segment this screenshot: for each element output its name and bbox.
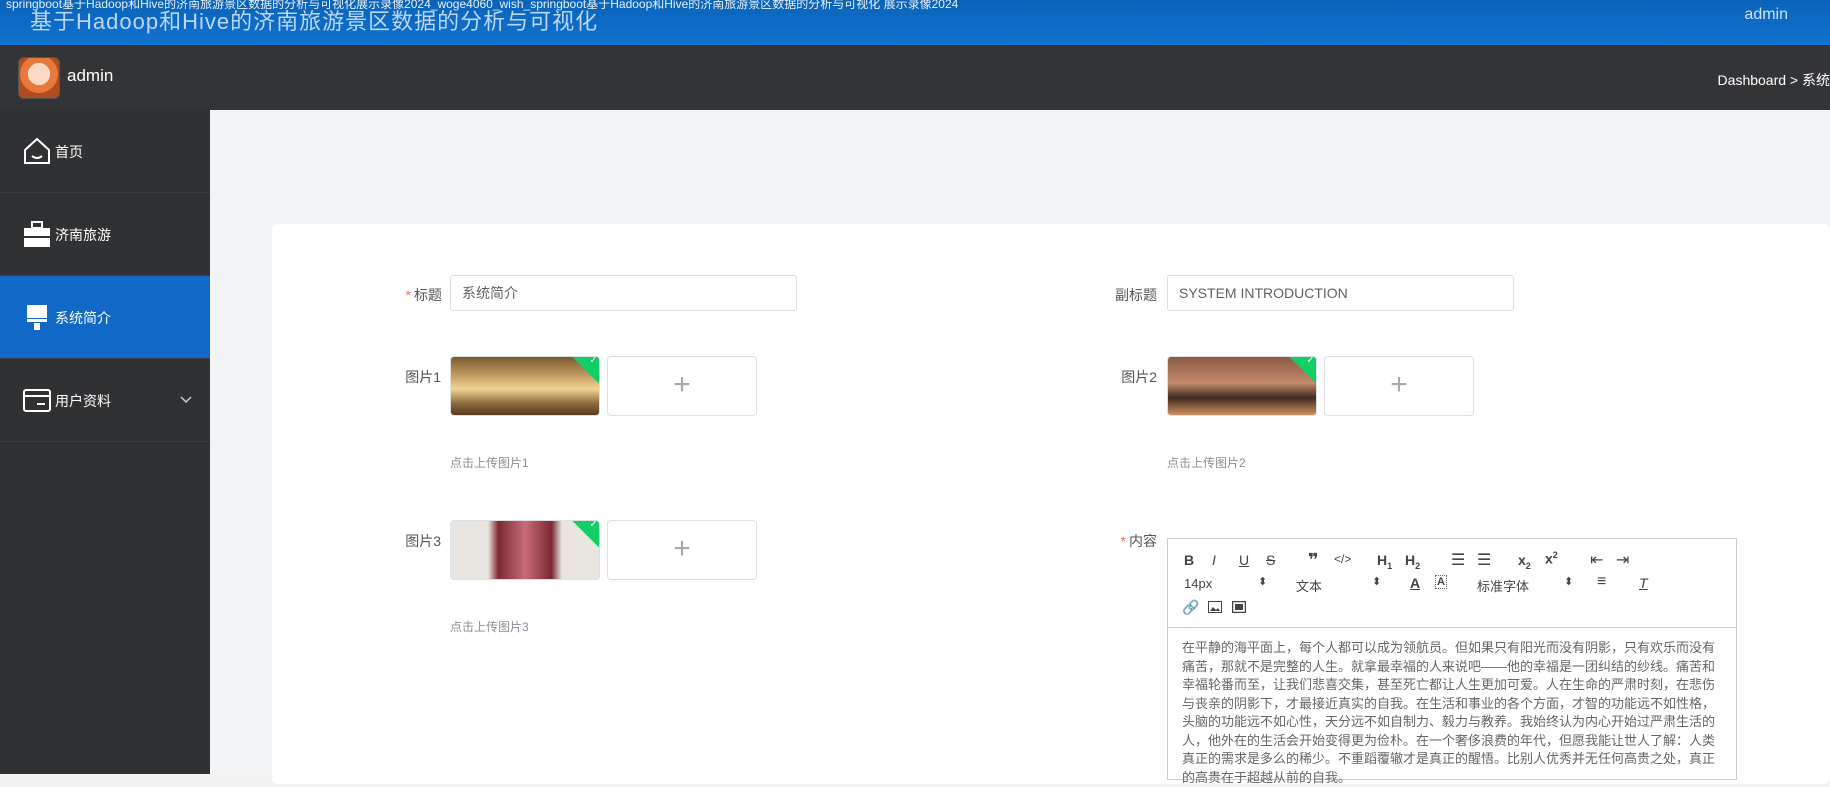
sidebar-item-jinan-travel[interactable]: 济南旅游 xyxy=(0,193,210,276)
font-size-select[interactable]: 14px xyxy=(1184,576,1212,591)
title-label: * 标题 xyxy=(405,287,442,303)
app-title: 基于Hadoop和Hive的济南旅游景区数据的分析与可视化 xyxy=(30,9,599,34)
sidebar-item-system-intro[interactable]: 系统简介 xyxy=(0,276,210,359)
heading2-icon[interactable]: H2 xyxy=(1405,552,1420,571)
heading1-icon[interactable]: H1 xyxy=(1377,552,1392,571)
align-icon[interactable]: ≡ xyxy=(1597,573,1606,591)
image3-label: 图片3 xyxy=(405,533,441,549)
underline-icon[interactable]: U xyxy=(1239,552,1249,568)
upload-success-icon xyxy=(1288,357,1316,384)
header-bar: admin Dashboard > 系统 xyxy=(0,45,1830,110)
card-icon xyxy=(22,385,52,415)
editor-toolbar: B I U S ❞ </> H1 H2 ☰ ☰ x2 x2 ⇤ ⇥ 14px ⬍… xyxy=(1168,539,1736,628)
clear-format-icon[interactable]: T xyxy=(1639,575,1648,591)
subtitle-label: 副标题 xyxy=(1115,287,1157,303)
bold-icon[interactable]: B xyxy=(1184,552,1194,568)
content-label: * 内容 xyxy=(1120,533,1157,549)
image3-thumbnail[interactable] xyxy=(450,520,600,580)
avatar[interactable] xyxy=(18,57,60,99)
image2-label: 图片2 xyxy=(1121,369,1157,385)
breadcrumb[interactable]: Dashboard > 系统 xyxy=(1718,70,1830,90)
sidebar-item-label: 系统简介 xyxy=(55,310,111,326)
font-color-icon[interactable]: A xyxy=(1410,575,1420,591)
rich-text-editor[interactable]: B I U S ❞ </> H1 H2 ☰ ☰ x2 x2 ⇤ ⇥ 14px ⬍… xyxy=(1167,538,1737,785)
upload-success-icon xyxy=(571,357,599,384)
font-family-arrows-icon[interactable]: ⬍ xyxy=(1564,575,1573,588)
subscript-icon[interactable]: x2 xyxy=(1518,552,1531,571)
image3-hint: 点击上传图片3 xyxy=(450,620,529,634)
blockquote-icon[interactable]: ❞ xyxy=(1308,550,1319,571)
brush-icon xyxy=(22,302,52,332)
ordered-list-icon[interactable]: ☰ xyxy=(1451,550,1465,570)
image2-hint: 点击上传图片2 xyxy=(1167,456,1246,470)
sidebar: 首页 济南旅游 系统简介 用户资料 xyxy=(0,110,210,774)
image1-label: 图片1 xyxy=(405,369,441,385)
header-username: admin xyxy=(67,66,114,85)
briefcase-icon xyxy=(22,219,52,249)
image1-thumbnail[interactable] xyxy=(450,356,600,416)
link-icon[interactable]: 🔗 xyxy=(1182,599,1199,616)
italic-icon[interactable]: I xyxy=(1212,552,1216,568)
font-size-arrows-icon[interactable]: ⬍ xyxy=(1258,575,1267,588)
outdent-icon[interactable]: ⇤ xyxy=(1590,550,1603,570)
image3-upload-button[interactable]: + xyxy=(607,520,757,580)
sidebar-item-label: 用户资料 xyxy=(55,393,111,409)
top-title-bar: springboot基于Hadoop和Hive的济南旅游景区数据的分析与可视化展… xyxy=(0,0,1830,45)
strike-icon[interactable]: S xyxy=(1266,552,1275,568)
background-color-icon[interactable]: A xyxy=(1435,575,1447,589)
image1-upload-button[interactable]: + xyxy=(607,356,757,416)
sidebar-item-user-profile[interactable]: 用户资料 xyxy=(0,359,210,442)
text-style-select[interactable]: 文本 xyxy=(1296,576,1322,595)
sidebar-item-label: 济南旅游 xyxy=(55,227,111,243)
bullet-list-icon[interactable]: ☰ xyxy=(1477,550,1491,570)
chevron-down-icon[interactable] xyxy=(180,391,192,407)
home-icon xyxy=(22,136,52,166)
sidebar-item-label: 首页 xyxy=(55,144,83,160)
font-family-select[interactable]: 标准字体 xyxy=(1477,576,1529,595)
superscript-icon[interactable]: x2 xyxy=(1545,550,1558,567)
editor-content[interactable]: 在平静的海平面上，每个人都可以成为领航员。但如果只有阳光而没有阴影，只有欢乐而没… xyxy=(1182,639,1722,787)
code-block-icon[interactable]: </> xyxy=(1334,552,1351,566)
video-icon[interactable] xyxy=(1231,600,1247,616)
top-user-link[interactable]: admin xyxy=(1744,6,1788,24)
subtitle-input[interactable]: SYSTEM INTRODUCTION xyxy=(1167,275,1514,311)
image1-hint: 点击上传图片1 xyxy=(450,456,529,470)
upload-success-icon xyxy=(571,521,599,548)
sidebar-item-home[interactable]: 首页 xyxy=(0,110,210,193)
image2-upload-button[interactable]: + xyxy=(1324,356,1474,416)
image2-thumbnail[interactable] xyxy=(1167,356,1317,416)
text-style-arrows-icon[interactable]: ⬍ xyxy=(1372,575,1381,588)
indent-icon[interactable]: ⇥ xyxy=(1616,550,1629,570)
image-icon[interactable] xyxy=(1208,600,1222,616)
title-input[interactable]: 系统简介 xyxy=(450,275,797,311)
